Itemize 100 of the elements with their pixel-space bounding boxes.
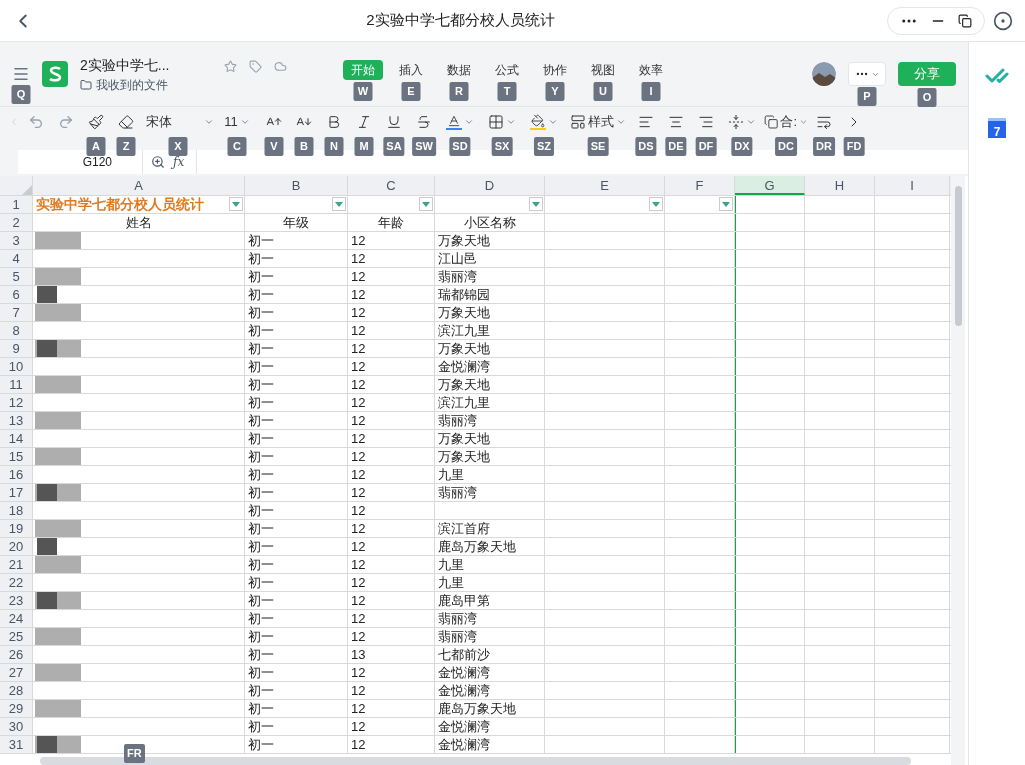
table-cell: 初一 bbox=[245, 448, 348, 465]
shortcut-tooltip: SD bbox=[449, 136, 471, 156]
table-cell: 九里 bbox=[435, 574, 545, 591]
name-box[interactable]: G120 bbox=[18, 150, 143, 174]
table-cell: 初一 bbox=[245, 340, 348, 357]
folder-name[interactable]: 我收到的文件 bbox=[96, 75, 168, 94]
row-number: 30 bbox=[0, 718, 33, 735]
table-cell: 万象天地 bbox=[435, 232, 545, 249]
zoom-icon[interactable] bbox=[151, 155, 165, 169]
row-number: 26 bbox=[0, 646, 33, 663]
column-header[interactable]: D bbox=[435, 176, 545, 195]
table-cell: 12 bbox=[348, 538, 435, 555]
column-header[interactable]: C bbox=[348, 176, 435, 195]
table-cell: 初一 bbox=[245, 592, 348, 609]
shortcut-tooltip: FD bbox=[843, 136, 865, 156]
header-cell: 年龄 bbox=[348, 214, 435, 231]
undo-icon[interactable] bbox=[28, 113, 44, 130]
table-cell: 翡丽湾 bbox=[435, 628, 545, 645]
table-cell: 七都前沙 bbox=[435, 646, 545, 663]
table-cell: 12 bbox=[348, 682, 435, 699]
table-cell: 滨江九里 bbox=[435, 394, 545, 411]
filter-arrow-icon bbox=[232, 201, 240, 207]
calendar-icon[interactable]: 7 bbox=[988, 118, 1006, 138]
table-cell: 初一 bbox=[245, 610, 348, 627]
table-cell: 初一 bbox=[245, 538, 348, 555]
table-cell: 万象天地 bbox=[435, 376, 545, 393]
redacted-name bbox=[35, 412, 81, 429]
table-cell: 初一 bbox=[245, 574, 348, 591]
cloud-icon[interactable] bbox=[274, 59, 287, 73]
column-header[interactable]: H bbox=[805, 176, 875, 195]
shortcut-tooltip: X bbox=[168, 136, 188, 156]
tag-icon[interactable] bbox=[249, 59, 262, 73]
strike-icon bbox=[416, 113, 432, 130]
shortcut-tooltip: C bbox=[227, 136, 247, 156]
column-header[interactable]: G bbox=[735, 176, 805, 195]
table-cell: 金悦澜湾 bbox=[435, 736, 545, 753]
table-cell: 12 bbox=[348, 592, 435, 609]
table-cell: 初一 bbox=[245, 718, 348, 735]
table-cell: 12 bbox=[348, 232, 435, 249]
record-icon[interactable] bbox=[993, 10, 1013, 31]
shortcut-tooltip: DE bbox=[665, 136, 687, 156]
row-number: 7 bbox=[0, 304, 33, 321]
table-cell: 翡丽湾 bbox=[435, 610, 545, 627]
column-header[interactable]: E bbox=[545, 176, 665, 195]
filter-button[interactable] bbox=[529, 197, 543, 211]
shortcut-tooltip: DF bbox=[695, 136, 717, 156]
row-number: 14 bbox=[0, 430, 33, 447]
redacted-name bbox=[35, 628, 81, 645]
filter-button[interactable] bbox=[419, 197, 433, 211]
shortcut-tooltip: U bbox=[593, 82, 613, 101]
column-header[interactable]: B bbox=[245, 176, 348, 195]
table-cell: 12 bbox=[348, 250, 435, 267]
shortcut-tooltip: Z bbox=[116, 136, 136, 156]
row-number: 9 bbox=[0, 340, 33, 357]
restore-icon[interactable] bbox=[958, 13, 972, 28]
row-number: 6 bbox=[0, 286, 33, 303]
table-cell: 江山邑 bbox=[435, 250, 545, 267]
column-header[interactable]: A bbox=[33, 176, 245, 195]
bold-icon bbox=[326, 113, 342, 130]
star-icon[interactable] bbox=[224, 59, 237, 73]
table-cell: 12 bbox=[348, 520, 435, 537]
filter-button[interactable] bbox=[719, 197, 733, 211]
avatar[interactable] bbox=[812, 62, 836, 86]
border-icon bbox=[488, 113, 504, 130]
filter-button[interactable] bbox=[649, 197, 663, 211]
row-number: 31 bbox=[0, 736, 33, 753]
table-cell: 翡丽湾 bbox=[435, 484, 545, 501]
table-cell: 初一 bbox=[245, 628, 348, 645]
table-cell: 12 bbox=[348, 718, 435, 735]
vertical-scrollbar[interactable] bbox=[954, 186, 962, 326]
redo-icon[interactable] bbox=[58, 113, 74, 130]
column-header[interactable]: I bbox=[875, 176, 950, 195]
horizontal-scrollbar[interactable] bbox=[40, 757, 911, 765]
filter-arrow-icon bbox=[652, 201, 660, 207]
redacted-name bbox=[35, 376, 81, 393]
row-number: 15 bbox=[0, 448, 33, 465]
table-cell: 12 bbox=[348, 358, 435, 375]
shortcut-tooltip: Q bbox=[11, 85, 31, 104]
header-cell: 小区名称 bbox=[435, 214, 545, 231]
row-number: 4 bbox=[0, 250, 33, 267]
row-number: 22 bbox=[0, 574, 33, 591]
filter-arrow-icon bbox=[422, 201, 430, 207]
table-cell: 滨江首府 bbox=[435, 520, 545, 537]
table-cell: 金悦澜湾 bbox=[435, 664, 545, 681]
filter-button[interactable] bbox=[229, 197, 243, 211]
table-cell: 12 bbox=[348, 610, 435, 627]
function-icon[interactable]: ƒx bbox=[173, 153, 185, 171]
row-number: 28 bbox=[0, 682, 33, 699]
filter-button[interactable] bbox=[332, 197, 346, 211]
table-cell: 12 bbox=[348, 736, 435, 753]
menu-icon[interactable] bbox=[12, 65, 30, 83]
table-cell: 鹿岛万象天地 bbox=[435, 700, 545, 717]
row-number: 17 bbox=[0, 484, 33, 501]
table-cell: 瑞都锦园 bbox=[435, 286, 545, 303]
table-cell: 初一 bbox=[245, 268, 348, 285]
table-cell: 12 bbox=[348, 502, 435, 519]
sheet-title-cell: 实验中学七都分校人员统计 bbox=[33, 196, 245, 213]
row-number: 11 bbox=[0, 376, 33, 393]
italic-icon bbox=[356, 113, 372, 130]
table-cell: 鹿岛甲第 bbox=[435, 592, 545, 609]
